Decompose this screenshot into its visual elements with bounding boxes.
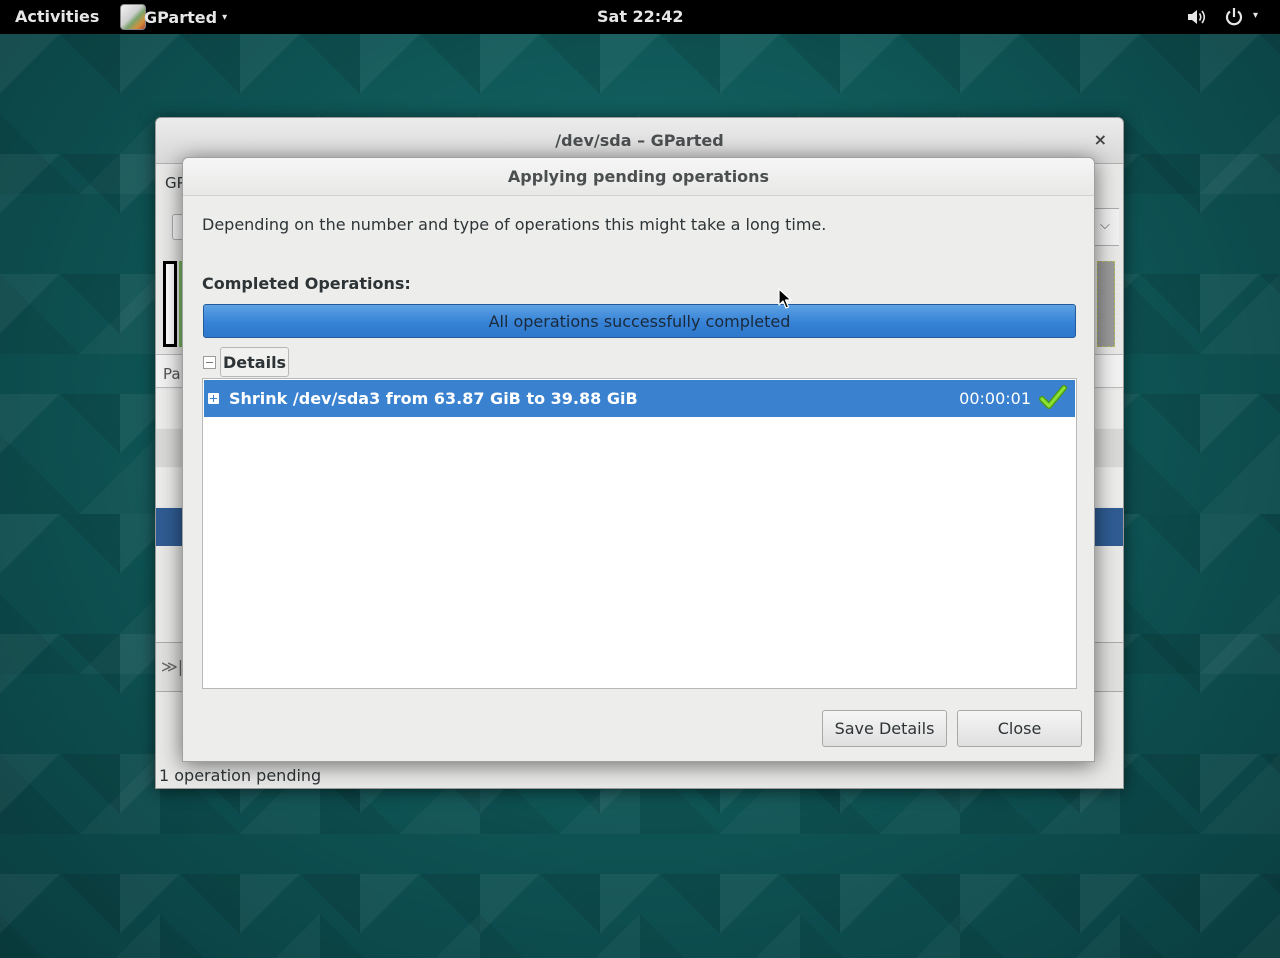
close-icon[interactable]: ×	[1094, 130, 1107, 149]
operation-row[interactable]: Shrink /dev/sda3 from 63.87 GiB to 39.88…	[204, 380, 1075, 417]
details-label[interactable]: Details	[220, 347, 290, 377]
dialog-titlebar[interactable]: Applying pending operations	[183, 158, 1094, 196]
close-button[interactable]: Close	[957, 710, 1082, 747]
chevron-down-icon: ⌵	[1100, 218, 1110, 233]
volume-icon[interactable]	[1187, 8, 1207, 26]
app-menu-label: GParted	[144, 7, 218, 27]
top-bar: Activities GParted ▾ Sat 22:42 ▾	[0, 0, 1280, 34]
column-header-partition[interactable]: Pa	[163, 365, 181, 383]
save-details-button[interactable]: Save Details	[822, 710, 947, 747]
activities-button[interactable]: Activities	[15, 7, 99, 26]
main-window-title: /dev/sda – GParted	[555, 131, 724, 150]
cursor-icon	[778, 288, 792, 309]
apply-operations-dialog: Applying pending operations Depending on…	[182, 157, 1095, 762]
operation-time: 00:00:01	[959, 389, 1031, 408]
check-icon	[1039, 385, 1067, 409]
operation-details-tree[interactable]: Shrink /dev/sda3 from 63.87 GiB to 39.88…	[202, 378, 1077, 689]
expand-icon[interactable]	[208, 393, 219, 404]
app-menu[interactable]: GParted ▾	[120, 4, 227, 30]
clock[interactable]: Sat 22:42	[597, 7, 683, 26]
progress-bar: All operations successfully completed	[203, 304, 1076, 338]
chevron-down-icon[interactable]: ▾	[1253, 10, 1258, 21]
partition-map-unallocated[interactable]	[1097, 261, 1115, 347]
operation-label: Shrink /dev/sda3 from 63.87 GiB to 39.88…	[229, 389, 638, 408]
operation-icon: ≫|	[161, 657, 184, 676]
dialog-title: Applying pending operations	[507, 167, 770, 186]
status-bar: 1 operation pending	[159, 766, 322, 785]
details-expander[interactable]: Details	[203, 347, 290, 377]
collapse-icon[interactable]	[203, 355, 216, 369]
partition-map-block[interactable]	[163, 261, 177, 347]
chevron-down-icon: ▾	[222, 11, 228, 23]
completed-operations-label: Completed Operations:	[202, 274, 411, 293]
dialog-description: Depending on the number and type of oper…	[202, 215, 827, 234]
device-selector[interactable]: ⌵	[1093, 208, 1119, 246]
progress-text: All operations successfully completed	[488, 312, 791, 331]
gparted-icon	[120, 4, 146, 30]
power-icon[interactable]	[1224, 7, 1244, 27]
